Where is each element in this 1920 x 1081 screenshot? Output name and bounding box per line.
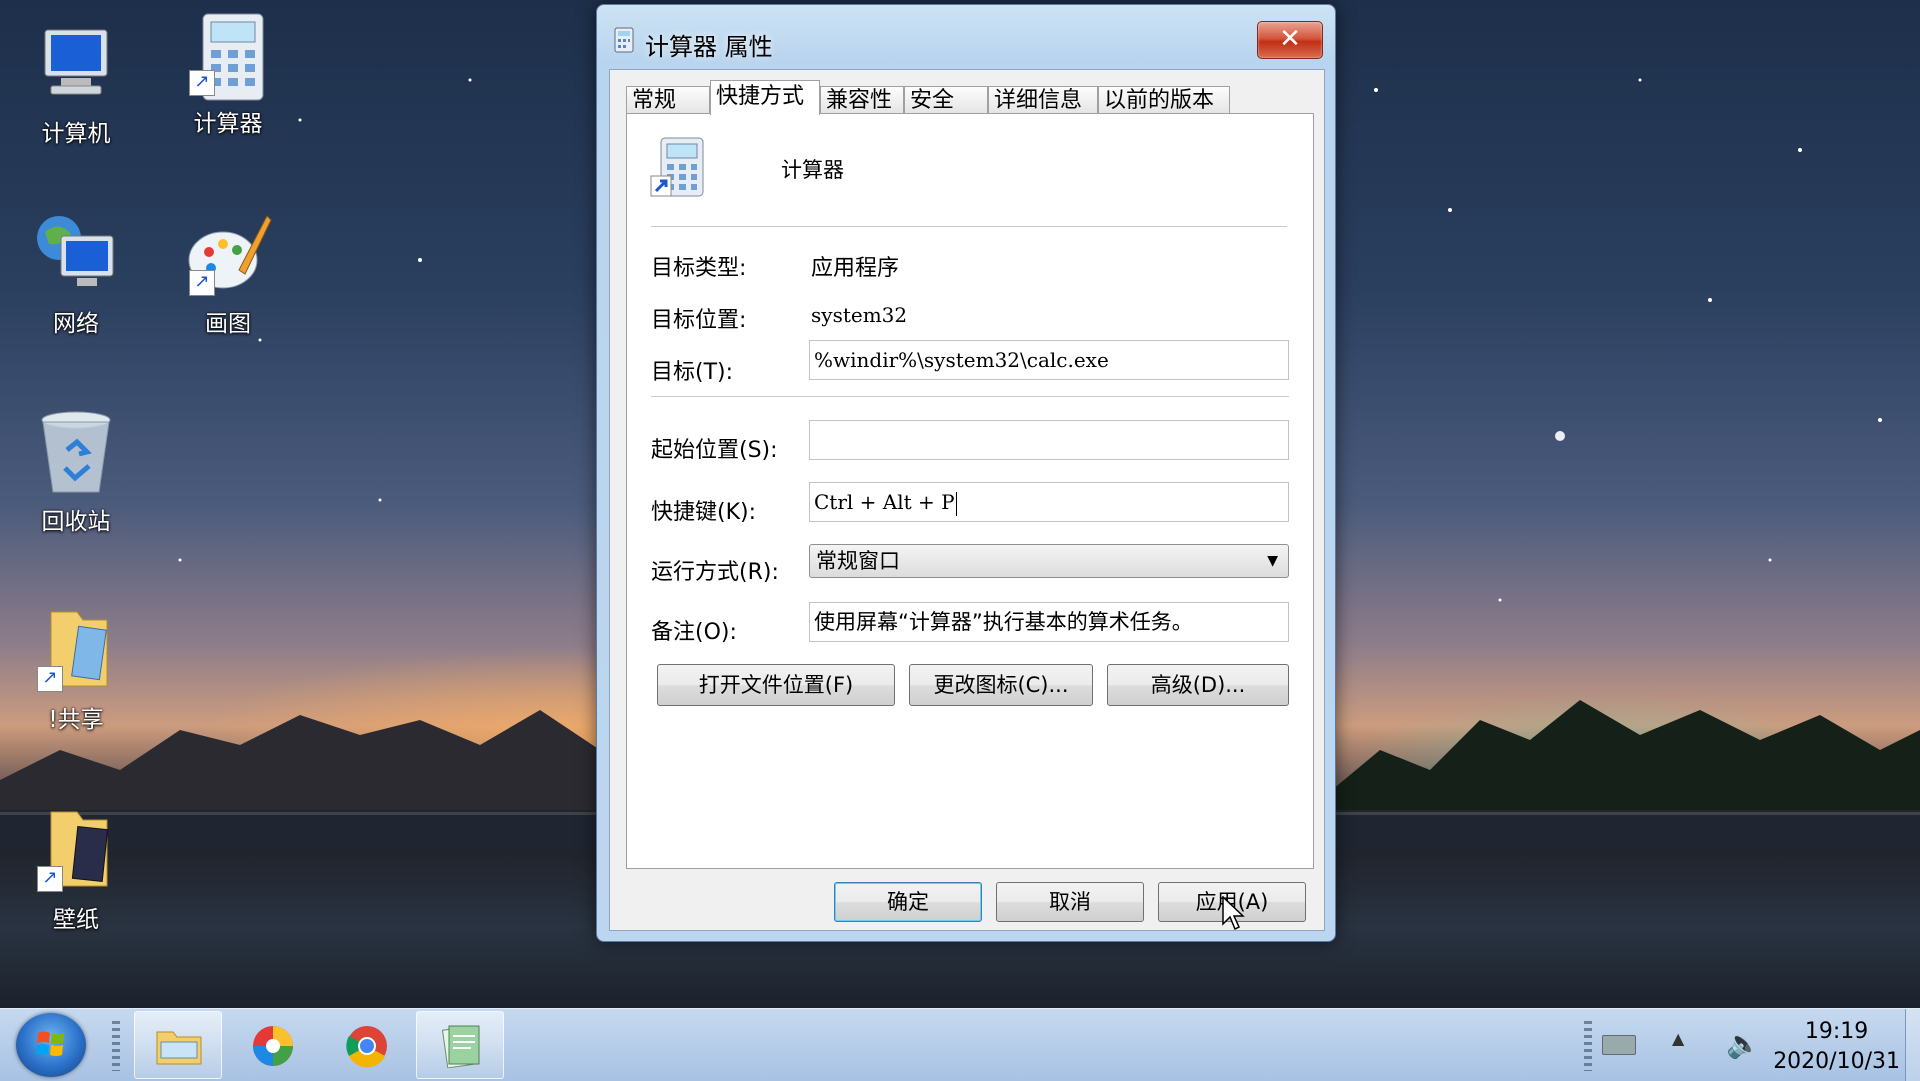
desktop-icon-label: 回收站 — [41, 509, 111, 535]
desktop-icon-label: !共享 — [48, 707, 104, 733]
close-icon: ✕ — [1279, 24, 1301, 54]
shortcut-arrow-icon: ↗ — [37, 866, 63, 892]
network-icon — [31, 210, 121, 300]
close-button[interactable]: ✕ — [1257, 21, 1323, 59]
properties-dialog: 计算器 属性 ✕ 常规 快捷方式 兼容性 安全 详细信息 以前的版本 计算器 目… — [596, 4, 1336, 942]
app-name: 计算器 — [781, 158, 844, 182]
target-label: 目标(T): — [651, 360, 734, 385]
target-type-value: 应用程序 — [811, 256, 900, 281]
tray-grip[interactable] — [1584, 1021, 1592, 1071]
desktop-icon-shared[interactable]: ↗ !共享 — [16, 606, 136, 734]
tab-details[interactable]: 详细信息 — [988, 86, 1098, 114]
shortcut-key-label: 快捷键(K): — [651, 500, 757, 525]
target-input[interactable]: %windir%\system32\calc.exe — [809, 340, 1289, 380]
windows-logo-icon — [36, 1031, 64, 1056]
shortcut-arrow-icon: ↗ — [189, 270, 215, 296]
taskbar-grip[interactable] — [112, 1021, 120, 1071]
desktop-icon-label: 计算机 — [41, 121, 111, 147]
shared-folder-icon: ↗ — [31, 606, 121, 696]
volume-icon[interactable]: 🔈 — [1726, 1027, 1761, 1060]
recycle-bin-icon — [31, 408, 121, 498]
desktop-icon-network[interactable]: 网络 — [16, 210, 136, 338]
desktop-icon-calculator[interactable]: ↗ 计算器 — [168, 10, 288, 138]
clock-time: 19:19 — [1804, 1019, 1869, 1044]
run-mode-value: 常规窗口 — [816, 549, 900, 573]
tab-shortcut[interactable]: 快捷方式 — [710, 80, 820, 115]
taskbar-pinwheel-app[interactable] — [228, 1011, 316, 1079]
paint-icon: ↗ — [183, 210, 273, 300]
dialog-title: 计算器 属性 — [645, 33, 773, 61]
clock-date: 2020/10/31 — [1773, 1049, 1900, 1074]
desktop-icon-label: 壁纸 — [53, 907, 99, 933]
cancel-button[interactable]: 取消 — [996, 882, 1144, 922]
taskbar-notepad-app[interactable] — [416, 1011, 504, 1079]
chrome-icon — [346, 1026, 387, 1068]
desktop-icon-wallpaper[interactable]: ↗ 壁纸 — [16, 806, 136, 934]
text-caret — [955, 491, 957, 516]
target-location-label: 目标位置: — [651, 308, 747, 333]
ok-button[interactable]: 确定 — [834, 882, 982, 922]
tab-previous-versions[interactable]: 以前的版本 — [1098, 86, 1230, 114]
desktop-icon-label: 网络 — [53, 311, 99, 337]
change-icon-button[interactable]: 更改图标(C)... — [909, 664, 1093, 706]
comment-input[interactable]: 使用屏幕“计算器”执行基本的算术任务。 — [809, 602, 1289, 642]
mouse-cursor-icon — [1222, 896, 1245, 931]
calculator-title-icon — [613, 27, 635, 53]
separator — [651, 226, 1287, 228]
advanced-button[interactable]: 高级(D)... — [1107, 664, 1289, 706]
target-location-value: system32 — [811, 303, 908, 327]
dialog-client-area: 常规 快捷方式 兼容性 安全 详细信息 以前的版本 计算器 目标类型: 应用程序… — [609, 69, 1325, 931]
desktop-icon-computer[interactable]: 计算机 — [16, 20, 136, 148]
pinwheel-app-icon — [253, 1026, 293, 1066]
tab-general[interactable]: 常规 — [626, 86, 710, 114]
shortcut-arrow-icon: ↗ — [37, 666, 63, 692]
computer-icon — [31, 20, 121, 110]
keyboard-icon[interactable] — [1602, 1035, 1636, 1055]
taskbar: ▲ 🔈 19:19 2020/10/31 — [0, 1008, 1920, 1081]
tab-compatibility[interactable]: 兼容性 — [820, 86, 904, 114]
separator — [651, 396, 1289, 398]
start-in-input[interactable] — [809, 420, 1289, 460]
run-mode-select[interactable]: 常规窗口 ▼ — [809, 544, 1289, 578]
dialog-titlebar[interactable]: 计算器 属性 ✕ — [597, 5, 1335, 61]
show-hidden-icons-arrow-icon[interactable]: ▲ — [1672, 1029, 1684, 1048]
show-desktop-button[interactable] — [1905, 1009, 1920, 1081]
desktop-icon-label: 画图 — [205, 311, 251, 337]
tab-security[interactable]: 安全 — [904, 86, 988, 114]
dropdown-arrow-icon: ▼ — [1267, 553, 1278, 569]
calculator-app-icon — [649, 136, 707, 200]
notepad-app-icon — [441, 1025, 480, 1068]
taskbar-chrome[interactable] — [322, 1011, 410, 1079]
system-clock[interactable]: 19:19 2020/10/31 — [1773, 1017, 1900, 1077]
desktop-icon-recycle-bin[interactable]: 回收站 — [16, 408, 136, 536]
open-file-location-button[interactable]: 打开文件位置(F) — [657, 664, 895, 706]
taskbar-file-explorer[interactable] — [134, 1011, 222, 1079]
comment-label: 备注(O): — [651, 620, 737, 645]
wallpaper-folder-icon: ↗ — [31, 806, 121, 896]
start-button[interactable] — [16, 1013, 86, 1077]
run-label: 运行方式(R): — [651, 560, 779, 585]
calculator-icon: ↗ — [183, 10, 273, 101]
desktop-icon-paint[interactable]: ↗ 画图 — [168, 210, 288, 338]
shortcut-arrow-icon: ↗ — [189, 70, 215, 96]
shortcut-tab-panel: 计算器 目标类型: 应用程序 目标位置: system32 目标(T): %wi… — [626, 113, 1314, 869]
shortcut-key-value: Ctrl + Alt + P — [814, 490, 955, 514]
start-in-label: 起始位置(S): — [651, 438, 778, 463]
shortcut-key-input[interactable]: Ctrl + Alt + P — [809, 482, 1289, 522]
file-explorer-icon — [156, 1031, 202, 1065]
target-type-label: 目标类型: — [651, 256, 747, 281]
